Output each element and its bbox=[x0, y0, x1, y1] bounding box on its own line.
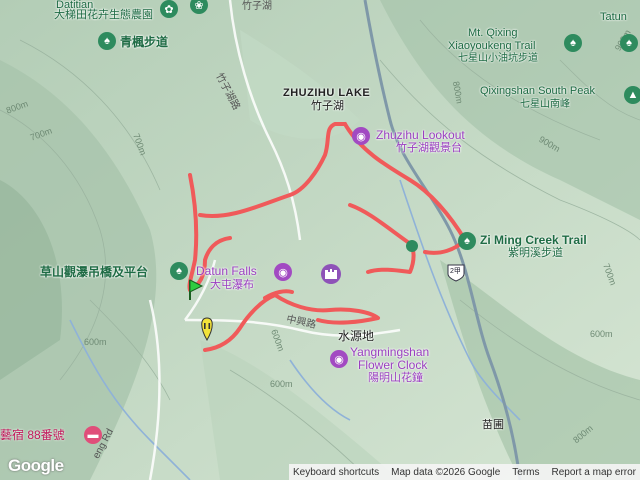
park-icon[interactable] bbox=[321, 264, 341, 284]
hiking-icon[interactable]: ♠ bbox=[170, 262, 188, 280]
terms-link[interactable]: Terms bbox=[512, 467, 539, 478]
google-logo: Google bbox=[8, 456, 64, 475]
attribution-bar: Keyboard shortcuts Map data ©2026 Google… bbox=[288, 464, 640, 480]
poi-label-lookout-en[interactable]: Zhuzihu Lookout bbox=[376, 129, 465, 141]
poi-label-yishu[interactable]: 藝宿 88番號 bbox=[0, 429, 65, 441]
hiking-icon[interactable]: ♠ bbox=[98, 32, 116, 50]
keyboard-shortcuts-link[interactable]: Keyboard shortcuts bbox=[293, 467, 379, 478]
lodging-icon[interactable]: ▬ bbox=[84, 426, 102, 444]
contour-label: 600m bbox=[270, 379, 293, 389]
poi-label-datitian[interactable]: Datitian bbox=[56, 0, 93, 11]
contour-label: 600m bbox=[84, 337, 107, 347]
poi-label-caoshan[interactable]: 草山觀瀑吊橋及平台 bbox=[40, 266, 148, 278]
poi-label-garden[interactable]: 大梯田花卉生態農園 bbox=[54, 10, 153, 21]
flower-icon[interactable]: ✿ bbox=[160, 0, 178, 18]
poi-label-ziming-en[interactable]: Zi Ming Creek Trail bbox=[480, 234, 587, 246]
area-label-miaopu: 苗圃 bbox=[482, 419, 504, 431]
camera-icon[interactable]: ◉ bbox=[274, 263, 292, 281]
trail-marker-icon[interactable] bbox=[406, 240, 418, 252]
poi-label-qixing-2[interactable]: Xiaoyoukeng Trail bbox=[448, 41, 535, 52]
report-error-link[interactable]: Report a map error bbox=[552, 467, 636, 478]
lake-label-en: ZHUZIHU LAKE bbox=[283, 87, 371, 99]
poi-label-tatun[interactable]: Tatun bbox=[600, 12, 627, 23]
poi-label-qixing-zh[interactable]: 七星山小油坑步道 bbox=[458, 54, 538, 64]
poi-label-datun-zh[interactable]: 大屯瀑布 bbox=[210, 280, 254, 291]
hiking-icon[interactable]: ♠ bbox=[620, 34, 638, 52]
poi-label-qixing-1[interactable]: Mt. Qixing bbox=[468, 28, 518, 39]
poi-label-datun-en[interactable]: Datun Falls bbox=[196, 265, 257, 277]
camera-icon[interactable]: ◉ bbox=[330, 350, 348, 368]
area-label-shuiyuan: 水源地 bbox=[338, 329, 375, 343]
poi-label-lookout-zh[interactable]: 竹子湖觀景台 bbox=[396, 143, 462, 154]
contour-label: 600m bbox=[590, 329, 613, 339]
hiking-icon[interactable]: ♠ bbox=[458, 232, 476, 250]
poi-label-flowerclock-1[interactable]: Yangmingshan bbox=[350, 346, 429, 358]
poi-label-southpeak-en[interactable]: Qixingshan South Peak bbox=[480, 86, 595, 97]
poi-label-ziming-zh[interactable]: 紫明溪步道 bbox=[508, 248, 563, 259]
peak-icon[interactable]: ▲ bbox=[624, 86, 640, 104]
poi-label-southpeak-zh[interactable]: 七星山南峰 bbox=[520, 100, 570, 110]
map-data-text: Map data ©2026 Google bbox=[391, 466, 501, 478]
poi-label-flowerclock-2[interactable]: Flower Clock bbox=[358, 359, 427, 371]
lake-label-zh: 竹子湖 bbox=[311, 100, 344, 112]
poi-label-flowerclock-zh[interactable]: 陽明山花鐘 bbox=[368, 373, 423, 384]
road-shield-label: 2甲 bbox=[450, 268, 461, 275]
hiking-icon[interactable]: ♠ bbox=[564, 34, 582, 52]
poi-label-qingfeng[interactable]: 青楓步道 bbox=[120, 36, 168, 48]
viewpoint-icon[interactable]: ◉ bbox=[352, 127, 370, 145]
road-label-top: 竹子湖 bbox=[242, 1, 272, 12]
